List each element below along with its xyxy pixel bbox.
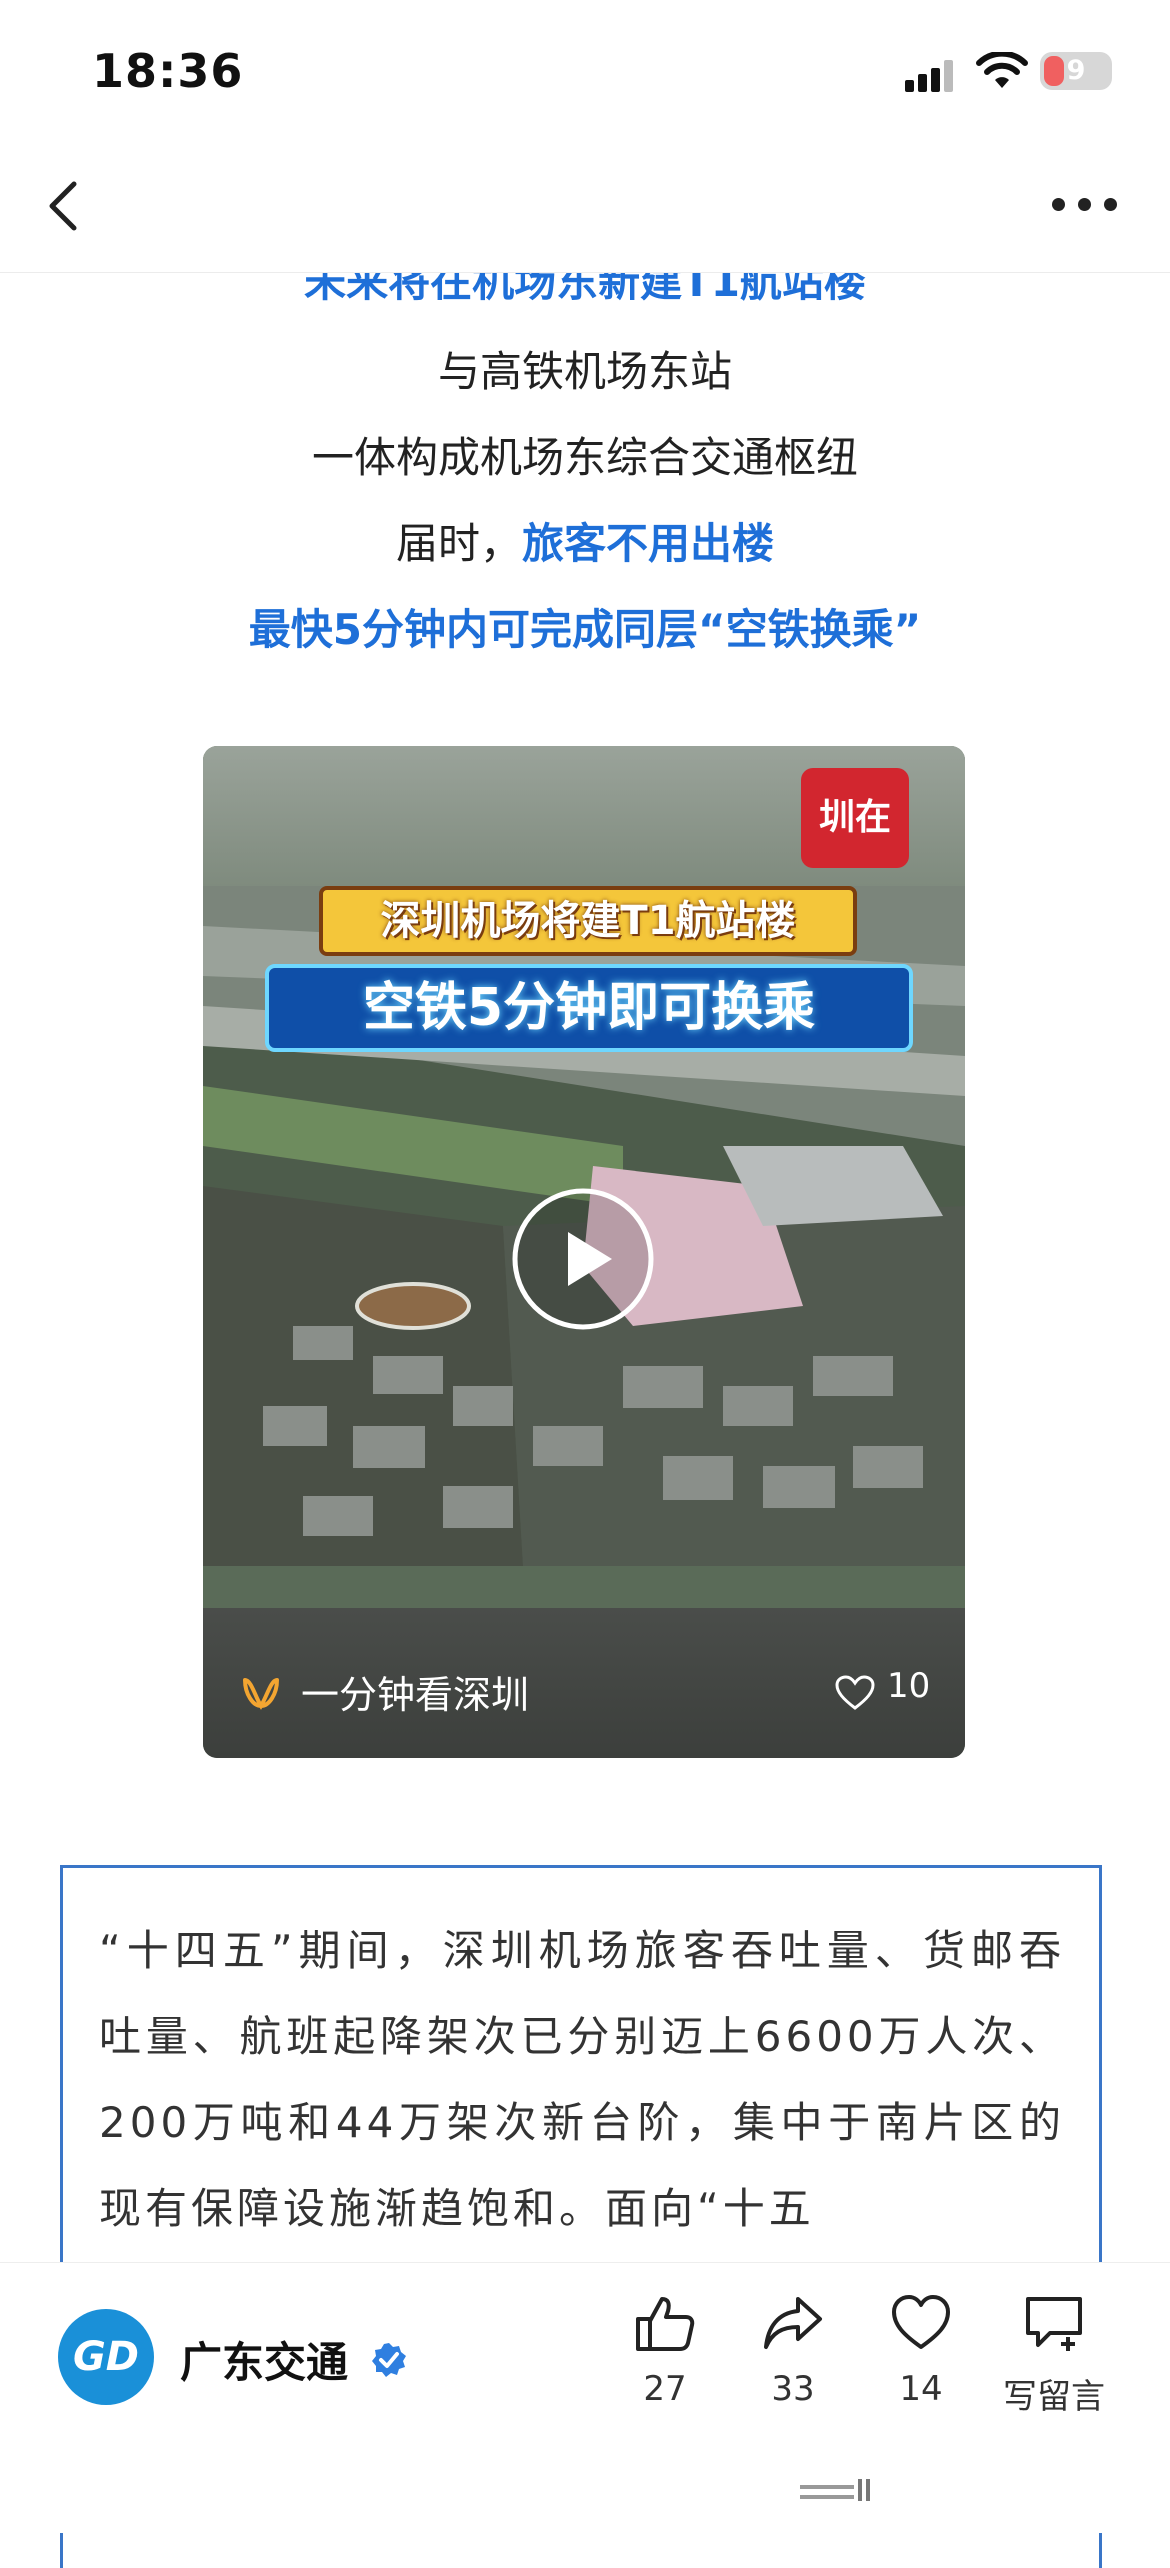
video-channel-logo-icon bbox=[243, 1678, 279, 1710]
status-bar: 18:36 9 bbox=[0, 0, 1170, 140]
video-logo-badge: 圳在 bbox=[801, 768, 909, 868]
like-count: 27 bbox=[643, 2369, 687, 2409]
article-line-1: 与高铁机场东站 bbox=[437, 347, 732, 396]
article-line-2: 一体构成机场东综合交通枢纽 bbox=[311, 433, 858, 482]
avatar-logo-text: GD bbox=[72, 2334, 140, 2380]
comment-button[interactable]: 写留言 bbox=[994, 2293, 1114, 2418]
thumbs-up-icon bbox=[636, 2297, 695, 2351]
like-button[interactable]: 27 bbox=[610, 2293, 720, 2409]
more-dot bbox=[1052, 198, 1065, 211]
article-line-3-highlight: 旅客不用出楼 bbox=[522, 519, 775, 568]
expand-handle-icon[interactable] bbox=[800, 2475, 880, 2505]
video-card[interactable]: 圳在 深圳机场将建T1航站楼 空铁5分钟即可换乘 一分钟看深圳 10 bbox=[203, 746, 965, 1758]
quote-paragraph: “十四五”期间，深圳机场旅客吞吐量、货邮吞吐量、航班起降架次已分别迈上6600万… bbox=[99, 1926, 1065, 2233]
article-line-3-prefix: 届时， bbox=[395, 519, 522, 568]
video-channel-name[interactable]: 一分钟看深圳 bbox=[301, 1664, 529, 1719]
heart-outline-icon bbox=[892, 2295, 950, 2349]
video-like-count: 10 bbox=[887, 1666, 931, 1706]
more-options-icon[interactable] bbox=[1052, 198, 1118, 216]
battery-icon: 9 bbox=[1040, 52, 1112, 90]
article-line-3: 届时，旅客不用出楼 bbox=[0, 510, 1170, 571]
battery-percent: 9 bbox=[1066, 55, 1086, 86]
video-banner-title: 深圳机场将建T1航站楼 bbox=[319, 886, 857, 956]
cellular-signal-icon bbox=[905, 60, 953, 92]
favorite-count: 14 bbox=[899, 2369, 943, 2409]
comment-label: 写留言 bbox=[1003, 2377, 1105, 2417]
share-arrow-icon bbox=[764, 2297, 822, 2349]
more-dot bbox=[1078, 198, 1091, 211]
play-icon[interactable] bbox=[510, 1186, 656, 1332]
favorite-button[interactable]: 14 bbox=[866, 2293, 976, 2409]
account-avatar[interactable]: GD bbox=[58, 2309, 154, 2405]
bottom-action-bar: GD 广东交通 27 33 14 写留言 bbox=[0, 2262, 1170, 2533]
wifi-icon bbox=[976, 52, 1028, 88]
more-dot bbox=[1104, 198, 1117, 211]
share-button[interactable]: 33 bbox=[738, 2293, 848, 2409]
nav-bar bbox=[0, 140, 1170, 273]
article-line-4: 最快5分钟内可完成同层“空铁换乘” bbox=[248, 605, 922, 654]
heart-icon[interactable] bbox=[835, 1675, 875, 1711]
share-count: 33 bbox=[771, 2369, 815, 2409]
back-arrow-icon[interactable] bbox=[40, 178, 90, 234]
verified-badge-icon bbox=[372, 2343, 406, 2377]
account-name[interactable]: 广东交通 bbox=[180, 2329, 348, 2390]
comment-icon bbox=[1026, 2297, 1082, 2351]
video-banner-subtitle: 空铁5分钟即可换乘 bbox=[265, 964, 913, 1052]
status-time: 18:36 bbox=[92, 44, 244, 98]
